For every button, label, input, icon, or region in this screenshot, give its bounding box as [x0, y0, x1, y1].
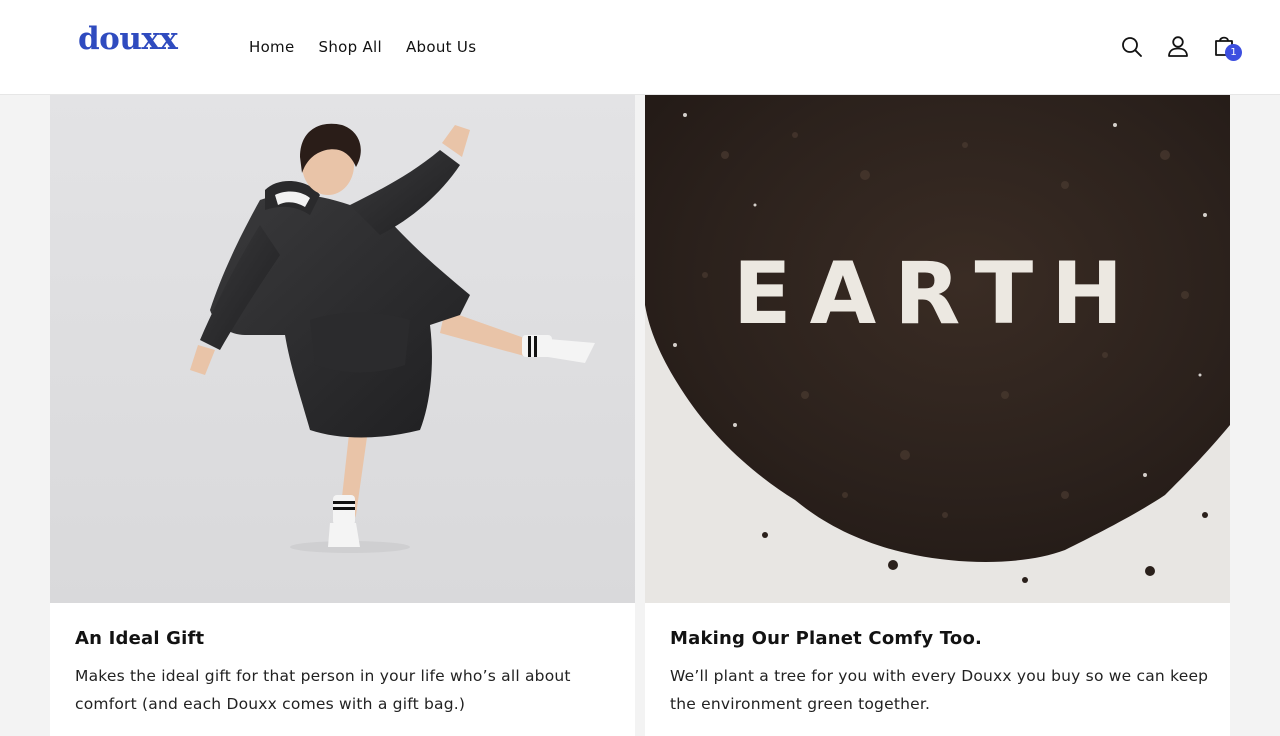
card-text: We’ll plant a tree for you with every Do… [670, 667, 1209, 713]
feature-card-gift: An Ideal Gift Makes the ideal gift for t… [50, 95, 635, 736]
header-icons: 1 [1120, 33, 1242, 61]
card-title: Making Our Planet Comfy Too. [670, 628, 983, 649]
search-icon[interactable] [1120, 33, 1144, 59]
earth-soil-image: EARTH [645, 95, 1230, 603]
main-nav: Home Shop All About Us [249, 38, 476, 56]
site-header: douxx Home Shop All About Us 1 [0, 0, 1280, 95]
card-title: An Ideal Gift [75, 628, 205, 649]
brand-logo[interactable]: douxx [78, 24, 178, 55]
nav-about-us[interactable]: About Us [406, 38, 476, 56]
cart-icon[interactable]: 1 [1212, 33, 1242, 61]
card-text: Makes the ideal gift for that person in … [75, 667, 571, 713]
nav-shop-all[interactable]: Shop All [319, 38, 383, 56]
cart-count-badge: 1 [1225, 44, 1242, 61]
feature-card-planet: EARTH Making Our Planet Comfy Too. We’ll… [645, 95, 1230, 736]
account-icon[interactable] [1166, 33, 1190, 59]
kid-hoodie-image [50, 95, 635, 603]
nav-home[interactable]: Home [249, 38, 295, 56]
earth-soil-text: EARTH [733, 244, 1141, 344]
